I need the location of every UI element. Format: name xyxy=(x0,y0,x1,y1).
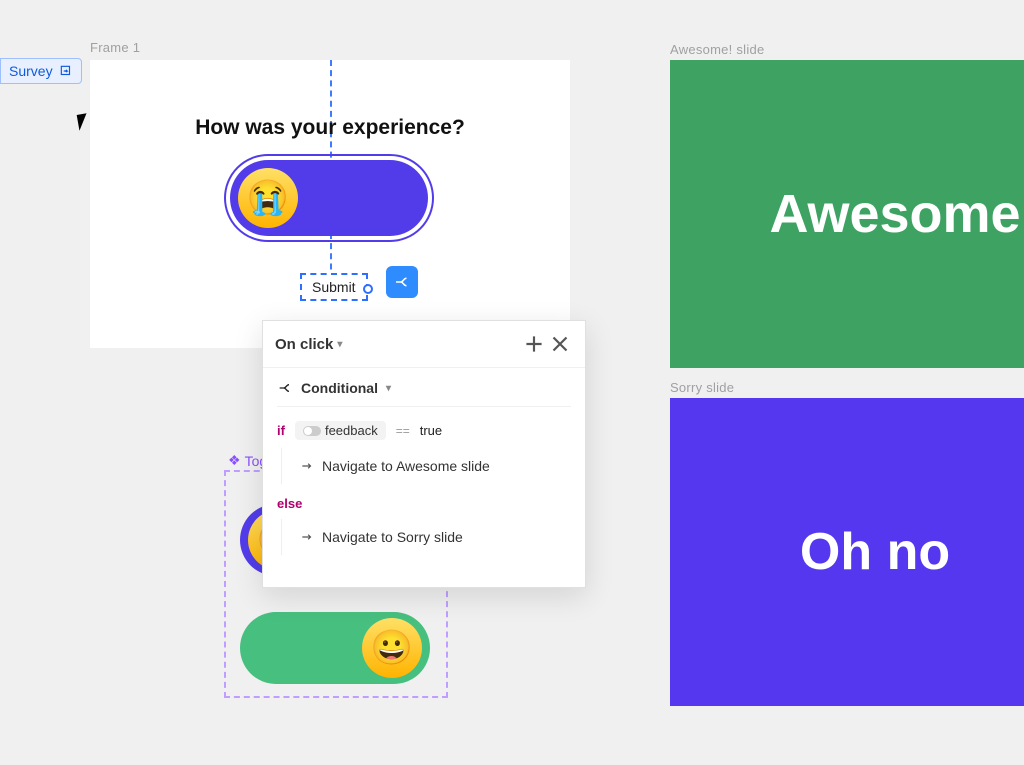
design-canvas[interactable]: Survey Frame 1 How was your experience? … xyxy=(0,0,1024,765)
frame-awesome-slide[interactable]: Awesome xyxy=(670,60,1024,368)
flow-start-icon xyxy=(59,64,73,78)
interactions-panel-body: Conditional ▾ if feedback == true Naviga… xyxy=(263,368,585,579)
arrow-right-icon xyxy=(300,459,314,473)
else-row[interactable]: else xyxy=(277,496,571,511)
if-keyword: if xyxy=(277,423,285,438)
sorry-slide-text: Oh no xyxy=(800,522,950,582)
frame-label-sorry[interactable]: Sorry slide xyxy=(670,380,734,395)
pointer-cursor-icon xyxy=(77,113,90,130)
navigate-action-else[interactable]: Navigate to Sorry slide xyxy=(294,519,571,555)
variable-chip[interactable]: feedback xyxy=(295,421,386,440)
flow-start-label: Survey xyxy=(9,63,53,79)
add-action-button[interactable] xyxy=(521,331,547,357)
connection-handle[interactable] xyxy=(363,284,373,294)
action-type-dropdown[interactable]: Conditional ▾ xyxy=(277,380,571,407)
variable-type-icon xyxy=(303,426,321,436)
chevron-down-icon: ▾ xyxy=(337,339,342,350)
else-keyword: else xyxy=(277,496,302,511)
frame-label-awesome[interactable]: Awesome! slide xyxy=(670,42,764,57)
navigate-action-if[interactable]: Navigate to Awesome slide xyxy=(294,448,571,484)
navigate-action-if-label: Navigate to Awesome slide xyxy=(322,458,490,474)
feedback-toggle-sad[interactable]: 😭 xyxy=(230,160,428,236)
close-panel-button[interactable] xyxy=(547,331,573,357)
flow-start-chip[interactable]: Survey xyxy=(0,58,82,84)
toggle-variant-happy[interactable]: 😀 xyxy=(240,612,430,684)
grinning-face-icon: 😀 xyxy=(362,618,422,678)
submit-button-label: Submit xyxy=(312,279,356,295)
component-diamond-icon: ❖ xyxy=(228,452,241,469)
branch-icon xyxy=(277,380,293,396)
submit-button[interactable]: Submit xyxy=(300,273,368,301)
frame-sorry-slide[interactable]: Oh no xyxy=(670,398,1024,706)
if-condition-row[interactable]: if feedback == true xyxy=(277,421,571,440)
frame-label-main[interactable]: Frame 1 xyxy=(90,40,140,55)
interactions-panel-header: On click ▾ xyxy=(263,321,585,368)
close-icon xyxy=(547,331,573,357)
operator: == xyxy=(396,424,410,438)
trigger-dropdown[interactable]: On click ▾ xyxy=(275,336,342,353)
frame-survey[interactable]: How was your experience? 😭 xyxy=(90,60,570,348)
interactions-panel: On click ▾ Conditional ▾ if feedback xyxy=(262,320,586,588)
plus-icon xyxy=(521,331,547,357)
awesome-slide-text: Awesome xyxy=(769,183,1020,245)
navigate-action-else-label: Navigate to Sorry slide xyxy=(322,529,463,545)
else-actions-block: Navigate to Sorry slide xyxy=(281,519,571,555)
crying-face-icon: 😭 xyxy=(238,168,298,228)
chevron-down-icon: ▾ xyxy=(386,383,391,394)
if-actions-block: Navigate to Awesome slide xyxy=(281,448,571,484)
arrow-right-icon xyxy=(300,530,314,544)
action-type-label: Conditional xyxy=(301,380,378,396)
interaction-badge[interactable] xyxy=(386,266,418,298)
trigger-label: On click xyxy=(275,336,333,353)
branch-icon xyxy=(393,273,411,291)
compare-value: true xyxy=(420,423,442,438)
survey-heading: How was your experience? xyxy=(90,116,570,140)
variable-name: feedback xyxy=(325,423,378,438)
